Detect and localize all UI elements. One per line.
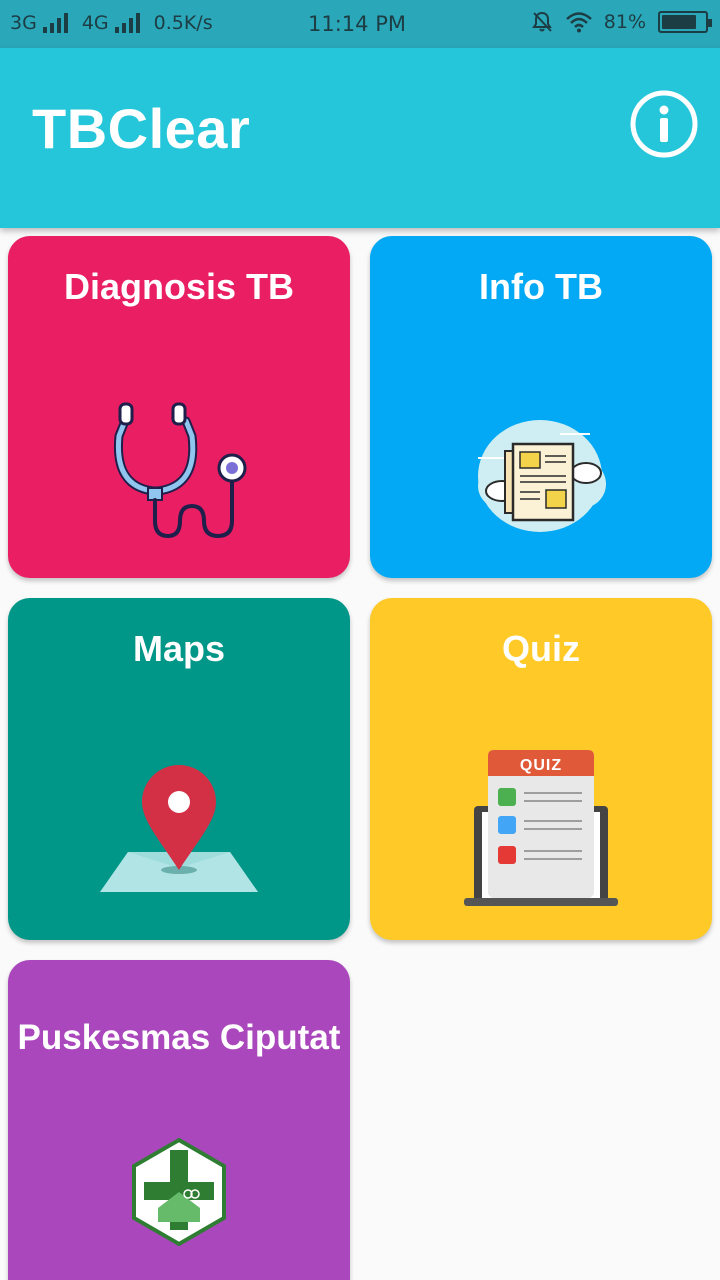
battery-icon [658,11,712,33]
menu-card-info-tb[interactable]: Info TB [370,236,712,578]
network-4g-label: 4G [81,12,109,34]
quiz-icon-label: QUIZ [520,757,562,774]
signal-icon [114,13,140,33]
app-bar: TBClear [0,48,720,228]
info-icon[interactable] [630,90,698,158]
status-bar: 3G 4G 0.5K/s 11:14 PM 81% [0,0,720,48]
system-icons: 81% [530,10,712,34]
mute-icon [531,11,552,32]
map-pin-icon [100,765,258,892]
quiz-laptop-icon: QUIZ [464,750,618,906]
network-3g-label: 3G [10,12,37,34]
stethoscope-icon [113,402,247,539]
menu-card-maps[interactable]: Maps [8,598,350,940]
clock: 11:14 PM [308,12,406,36]
battery-percent: 81% [603,11,646,33]
puskesmas-logo-icon [132,1137,226,1247]
signal-icon [42,13,68,33]
menu-card-puskesmas-ciputat[interactable]: Puskesmas Ciputat [8,960,350,1280]
menu-card-diagnosis-tb[interactable]: Diagnosis TB [8,236,350,578]
network-status: 3G 4G 0.5K/s [10,12,213,34]
menu-card-quiz[interactable]: Quiz QUIZ [370,598,712,940]
network-speed: 0.5K/s [153,12,213,34]
app-title: TBClear [32,97,251,160]
newspaper-icon [478,420,606,532]
wifi-icon [565,12,592,33]
